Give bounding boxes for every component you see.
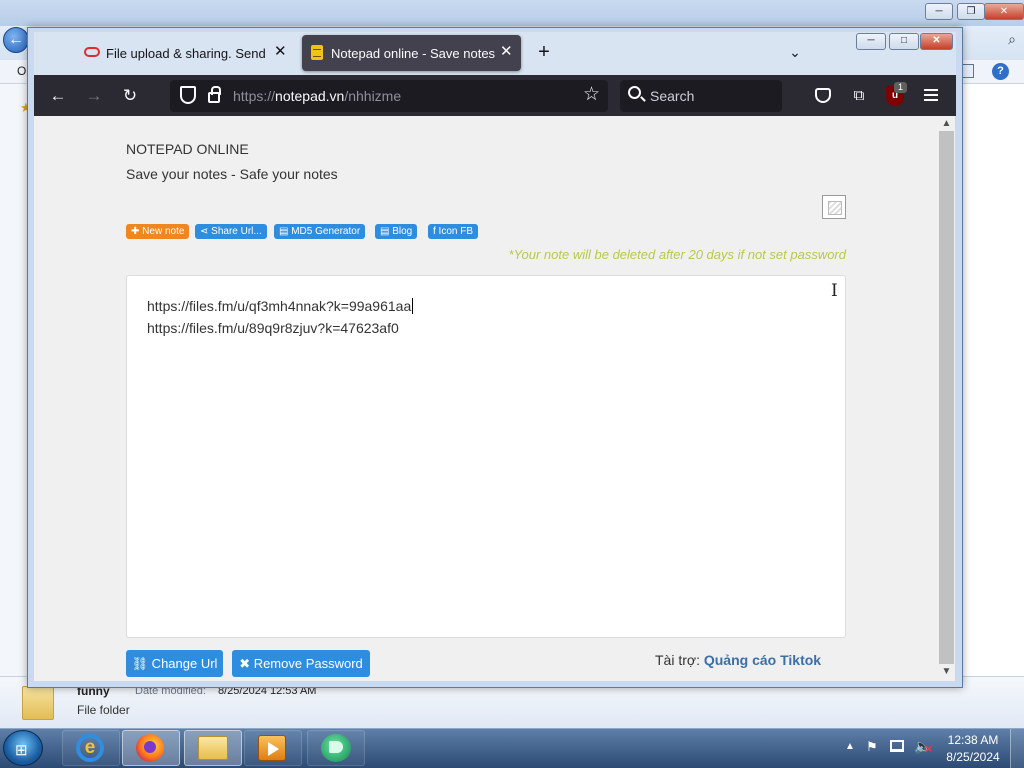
deletion-notice: *Your note will be deleted after 20 days… xyxy=(508,247,846,262)
notepad-icon xyxy=(311,45,323,60)
background-back-button[interactable]: ← xyxy=(3,27,29,53)
new-note-button[interactable]: ✚ New note xyxy=(126,224,190,239)
action-center-flag-icon[interactable]: ⚑ xyxy=(866,739,878,755)
qr-code-icon[interactable] xyxy=(822,195,846,219)
filesfm-icon xyxy=(84,47,100,57)
new-tab-button[interactable]: + xyxy=(533,41,555,63)
url-scheme: https:// xyxy=(233,88,276,104)
maximize-button[interactable]: □ xyxy=(889,33,919,50)
lock-icon[interactable] xyxy=(208,86,221,103)
folder-icon xyxy=(22,686,54,720)
minimize-button[interactable]: ─ xyxy=(856,33,886,50)
show-desktop-button[interactable] xyxy=(1010,729,1024,768)
sponsor-label: Tài trợ: xyxy=(655,652,700,668)
back-arrow-icon[interactable]: ← xyxy=(48,86,68,106)
close-window-button[interactable]: ✕ xyxy=(920,33,953,50)
tab-files-fm[interactable]: File upload & sharing. Send large files … xyxy=(72,35,294,71)
network-icon[interactable] xyxy=(890,740,904,752)
scroll-down-arrow-icon[interactable]: ▼ xyxy=(938,665,955,679)
share-url-button[interactable]: ⋖ Share Url... xyxy=(195,224,267,239)
bookmark-star-icon[interactable]: ☆ xyxy=(583,85,600,105)
sponsor-text: Tài trợ: Quảng cáo Tiktok xyxy=(655,652,821,668)
background-maximize-button[interactable]: ❐ xyxy=(957,3,985,20)
background-search-icon[interactable]: ⌕ xyxy=(1008,31,1016,48)
clock-time[interactable]: 12:38 AM xyxy=(940,733,1006,747)
help-icon[interactable]: ? xyxy=(992,63,1009,80)
note-line[interactable]: https://files.fm/u/qf3mh4nnak?k=99a961aa xyxy=(147,298,414,314)
close-icon[interactable]: ✕ xyxy=(500,43,513,61)
tab-list-button[interactable]: ⌄ xyxy=(784,41,806,63)
site-title: NOTEPAD ONLINE xyxy=(126,141,249,157)
ibeam-cursor-icon: I xyxy=(831,281,838,301)
site-tagline: Save your notes - Safe your notes xyxy=(126,166,338,182)
icon-fb-button[interactable]: f Icon FB xyxy=(428,224,479,239)
screen-recorder-icon xyxy=(321,734,351,762)
note-line-text: https://files.fm/u/qf3mh4nnak?k=99a961aa xyxy=(147,298,412,314)
background-minimize-button[interactable]: ─ xyxy=(925,3,953,20)
search-icon xyxy=(628,86,641,99)
reload-icon[interactable]: ↻ xyxy=(120,86,140,106)
change-url-button[interactable]: ⛓ Change Url xyxy=(126,650,223,677)
md5-generator-button[interactable]: ▤ MD5 Generator xyxy=(274,224,366,239)
note-line[interactable]: https://files.fm/u/89q9r8zjuv?k=47623af0 xyxy=(147,320,399,336)
remove-password-button[interactable]: ✖ Remove Password xyxy=(232,650,370,677)
url-path: /nhhizme xyxy=(344,88,402,104)
sponsor-link[interactable]: Quảng cáo Tiktok xyxy=(704,652,821,668)
forward-arrow-icon[interactable]: → xyxy=(84,86,104,106)
search-input[interactable]: Search xyxy=(650,88,694,104)
background-menu-item[interactable]: O xyxy=(17,64,26,78)
windows-logo-icon: ⊞ xyxy=(15,742,28,759)
extensions-icon[interactable]: ⧉ xyxy=(849,86,869,106)
ublock-count-badge: 1 xyxy=(894,82,907,93)
tab-label: Notepad online - Save notes online xyxy=(331,46,497,61)
tab-notepad[interactable]: Notepad online - Save notes online ✕ xyxy=(302,35,521,71)
clock-date[interactable]: 8/25/2024 xyxy=(940,750,1006,764)
scrollbar-thumb[interactable] xyxy=(939,131,954,664)
media-player-icon xyxy=(258,735,286,761)
folder-type: File folder xyxy=(77,703,130,717)
text-caret xyxy=(412,298,414,314)
close-icon[interactable]: ✕ xyxy=(274,43,287,61)
scroll-up-arrow-icon[interactable]: ▲ xyxy=(938,117,955,131)
blog-button[interactable]: ▤ Blog xyxy=(375,224,418,239)
background-titlebar xyxy=(0,0,1024,26)
background-close-button[interactable]: ✕ xyxy=(984,3,1024,20)
firefox-icon xyxy=(136,734,164,762)
volume-muted-icon: ✕ xyxy=(925,744,933,754)
file-explorer-icon xyxy=(198,736,228,760)
url-domain: notepad.vn xyxy=(275,88,345,104)
tab-label: File upload & sharing. Send large files xyxy=(106,46,266,61)
tray-expand-arrow-icon[interactable]: ▲ xyxy=(845,741,855,752)
hamburger-menu-icon[interactable] xyxy=(924,89,938,101)
tracking-shield-icon[interactable] xyxy=(180,86,196,104)
search-bar[interactable] xyxy=(620,80,782,112)
internet-explorer-icon: e xyxy=(76,734,104,762)
background-navigation-pane xyxy=(0,84,28,684)
url-text[interactable]: https://notepad.vn/nhhizme xyxy=(233,88,401,104)
